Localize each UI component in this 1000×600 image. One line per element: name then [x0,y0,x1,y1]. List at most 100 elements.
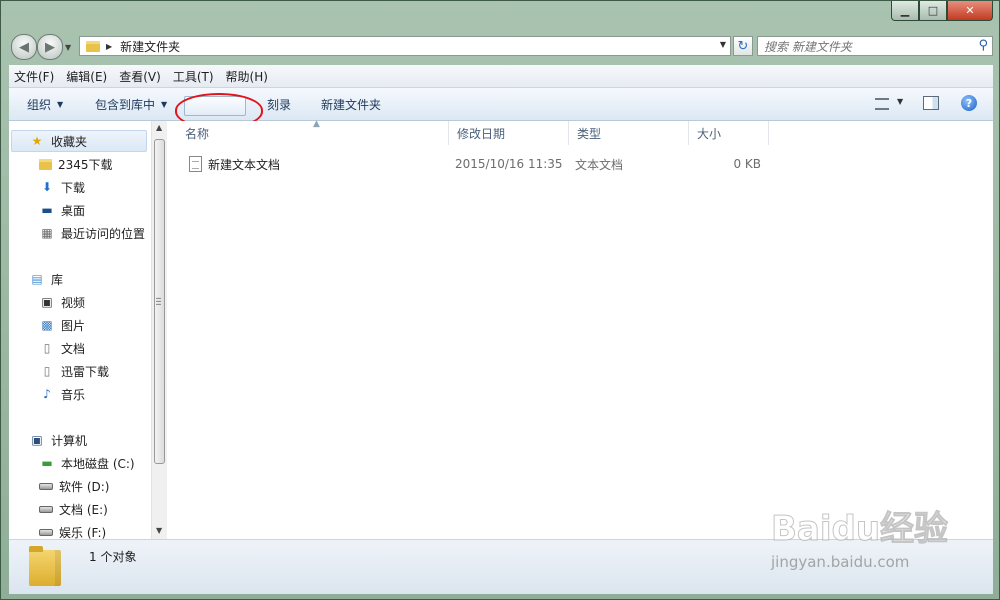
menu-bar: 文件(F) 编辑(E) 查看(V) 工具(T) 帮助(H) [9,65,993,88]
burn-button[interactable]: 刻录 [267,88,291,120]
close-button[interactable]: ✕ [947,1,993,21]
refresh-button[interactable]: ↻ [733,36,753,56]
file-size-cell: 0 KB [733,157,761,171]
sidebar-item-videos[interactable]: ▣ 视频 [39,291,85,313]
address-bar[interactable]: ▶ 新建文件夹 ▼ [79,36,731,56]
drive-icon [39,528,53,536]
text-document-icon [189,156,202,172]
sidebar-item-drive-f[interactable]: 娱乐 (F:) [39,521,106,539]
organize-button[interactable]: 组织 ▼ [27,88,63,120]
sidebar-libraries[interactable]: ▤ 库 [29,268,63,290]
sidebar-item-music[interactable]: ♪ 音乐 [39,383,85,405]
file-list: 名称 ▲ 修改日期 类型 大小 新建文本文档 2015/10/16 11:35 … [169,119,993,539]
address-path[interactable]: 新建文件夹 [120,38,180,55]
sidebar-item-label: 桌面 [61,203,86,218]
sidebar-item-label: 2345下载 [58,157,113,172]
preview-pane-icon[interactable] [923,96,939,110]
folder-icon [29,546,61,586]
sidebar-item-drive-d[interactable]: 软件 (D:) [39,475,109,497]
breadcrumb-separator-icon[interactable]: ▶ [106,42,112,51]
organize-label: 组织 [27,97,52,112]
sort-ascending-icon: ▲ [313,119,320,129]
column-header-name[interactable]: 名称 ▲ [177,119,449,145]
burn-label: 刻录 [267,97,292,112]
column-header-size[interactable]: 大小 [689,121,769,145]
chevron-down-icon: ▼ [161,99,168,109]
include-library-button[interactable]: 包含到库中 ▼ [95,88,167,120]
sidebar-item-label: 图片 [61,318,86,333]
menu-file[interactable]: 文件(F) [9,68,59,85]
minimize-button[interactable]: ▁ [891,1,919,21]
scroll-down-icon[interactable]: ▼ [156,526,162,535]
drive-icon [39,482,53,490]
sidebar-item-label: 下载 [61,180,86,195]
change-view-icon[interactable] [875,98,889,110]
item-count: 1 个对象 [89,550,137,564]
recent-pages-dropdown[interactable]: ▼ [65,43,71,52]
menu-edit[interactable]: 编辑(E) [61,68,112,85]
sidebar-item-documents[interactable]: ▯ 文档 [39,337,85,359]
sidebar-item-label: 库 [51,272,64,287]
menu-tools[interactable]: 工具(T) [168,68,219,85]
sidebar-item-thunder-downloads[interactable]: ▯ 迅雷下载 [39,360,109,382]
address-dropdown-icon[interactable]: ▼ [720,40,726,49]
file-name-cell[interactable]: 新建文本文档 [189,153,280,175]
sidebar-item-recent-places[interactable]: ▦ 最近访问的位置 [39,222,145,244]
forward-button[interactable]: ▶ [37,34,63,60]
sidebar-item-2345-downloads[interactable]: 2345下载 [39,153,113,175]
recent-places-icon: ▦ [41,226,53,240]
back-button[interactable]: ◀ [11,34,37,60]
navigation-pane-scrollbar[interactable]: ▲ ─ ─ ─ ▼ [151,121,167,539]
file-name: 新建文本文档 [208,157,281,172]
menu-help[interactable]: 帮助(H) [221,68,273,85]
column-header-type[interactable]: 类型 [569,121,689,145]
file-date-cell: 2015/10/16 11:35 [455,157,563,171]
search-box[interactable]: ⚲ [757,36,993,56]
search-icon[interactable]: ⚲ [978,38,988,53]
sidebar-item-pictures[interactable]: ▩ 图片 [39,314,85,336]
document-icon: ▯ [43,364,51,378]
new-folder-button[interactable]: 新建文件夹 [321,88,381,120]
sidebar-item-drive-e[interactable]: 文档 (E:) [39,498,108,520]
search-input[interactable] [762,38,972,56]
sidebar-item-label: 收藏夹 [51,134,88,149]
sidebar-item-downloads[interactable]: ⬇ 下载 [39,176,85,198]
sidebar-item-label: 软件 (D:) [59,479,110,494]
include-library-label: 包含到库中 [95,97,156,112]
share-button-hover-frame [184,96,246,116]
navigation-bar: ◀ ▶ ▼ ▶ 新建文件夹 ▼ ↻ ⚲ [9,33,993,60]
sidebar-item-desktop[interactable]: ▬ 桌面 [39,199,85,221]
column-header-name-label: 名称 [185,126,210,141]
desktop-icon: ▬ [41,203,53,217]
view-options-dropdown[interactable]: ▼ [897,97,903,106]
drive-icon [39,505,53,513]
scrollbar-grip-icon: ─ ─ ─ [156,294,161,309]
menu-view[interactable]: 查看(V) [114,68,166,85]
navigation-pane: ★ 收藏夹 2345下载 ⬇ 下载 ▬ 桌面 ▦ 最近访问的位置 ▤ 库 ▣ 视… [9,121,151,539]
video-icon: ▣ [41,295,53,309]
explorer-window: ▁ □ ✕ ◀ ▶ ▼ ▶ 新建文件夹 ▼ ↻ ⚲ 文件(F) 编辑(E) 查看… [0,0,1000,600]
new-folder-label: 新建文件夹 [321,97,382,112]
column-header-type-label: 类型 [577,126,602,141]
column-header-date[interactable]: 修改日期 [449,121,569,145]
sidebar-item-label: 视频 [61,295,86,310]
main-area: ★ 收藏夹 2345下载 ⬇ 下载 ▬ 桌面 ▦ 最近访问的位置 ▤ 库 ▣ 视… [9,119,993,539]
sidebar-item-label: 本地磁盘 (C:) [61,456,135,471]
help-icon[interactable]: ? [961,95,977,111]
picture-icon: ▩ [41,318,53,332]
sidebar-item-label: 最近访问的位置 [61,226,146,241]
scroll-up-icon[interactable]: ▲ [156,123,162,132]
sidebar-item-label: 娱乐 (F:) [59,525,107,540]
arrow-left-icon: ◀ [19,39,29,55]
sidebar-item-label: 文档 (E:) [59,502,108,517]
sidebar-computer[interactable]: ▣ 计算机 [29,429,87,451]
sidebar-item-drive-c[interactable]: ▬ 本地磁盘 (C:) [39,452,135,474]
music-icon: ♪ [43,387,51,401]
star-icon: ★ [31,134,43,148]
document-icon: ▯ [43,341,51,355]
arrow-right-icon: ▶ [45,39,55,55]
download-folder-icon: ⬇ [41,180,53,194]
maximize-button[interactable]: □ [919,1,947,21]
sidebar-favorites[interactable]: ★ 收藏夹 [29,130,87,152]
folder-icon [39,158,52,170]
